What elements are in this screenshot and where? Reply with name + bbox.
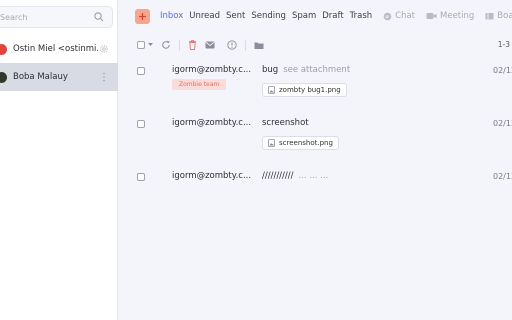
select-dropdown[interactable]	[148, 43, 153, 47]
message-date: 02/12	[493, 172, 512, 181]
tab-board-label: Board	[497, 11, 512, 21]
subject-text: ///////////	[262, 171, 294, 181]
chat-icon	[383, 12, 392, 20]
message-subject: bug see attachment	[262, 65, 350, 75]
tab-meeting-label: Meeting	[440, 11, 475, 21]
contact-item[interactable]: Ostin Miel <ostinmi...	[0, 35, 118, 63]
avatar	[0, 43, 7, 55]
tab-draft[interactable]: Draft	[322, 11, 343, 21]
row-checkbox[interactable]	[137, 173, 145, 181]
tab-inbox[interactable]: Inbox	[160, 11, 183, 21]
tab-board[interactable]: Board	[485, 11, 512, 21]
gear-icon[interactable]	[99, 44, 109, 54]
message-subject: screenshot	[262, 118, 309, 128]
tab-chat-label: Chat	[395, 11, 416, 21]
move-button[interactable]	[254, 41, 264, 50]
info-icon	[227, 40, 237, 50]
pagination: 1-3	[497, 40, 510, 49]
message-row[interactable]: igorm@zombty.c... /////////// ... ... ...…	[119, 166, 512, 219]
message-subject: /////////// ... ... ...	[262, 171, 328, 181]
report-button[interactable]	[227, 40, 237, 50]
message-from: igorm@zombty.c...	[172, 65, 252, 75]
tab-sending[interactable]: Sending	[251, 11, 286, 21]
action-toolbar	[137, 38, 272, 52]
attachment-chip[interactable]: zombty bug1.png	[262, 83, 347, 97]
tab-meeting[interactable]: Meeting	[426, 11, 474, 21]
row-checkbox[interactable]	[137, 120, 145, 128]
tab-spam[interactable]: Spam	[292, 11, 316, 21]
mark-read-button[interactable]	[205, 41, 215, 49]
toolbar-divider	[245, 39, 246, 51]
message-row[interactable]: igorm@zombty.c... screenshot 02/12 scree…	[119, 113, 512, 166]
sidebar: Search Ostin Miel <ostinmi... Boba Malau…	[0, 0, 118, 320]
select-all-checkbox[interactable]	[137, 41, 145, 49]
contact-name: Boba Malauy	[13, 72, 68, 82]
message-from: igorm@zombty.c...	[172, 118, 252, 128]
message-from: igorm@zombty.c...	[172, 171, 252, 181]
checkbox-icon	[137, 41, 145, 49]
trash-icon	[189, 40, 196, 50]
board-icon	[485, 12, 494, 19]
tab-sent[interactable]: Sent	[226, 11, 245, 21]
attachment-name: zombty bug1.png	[279, 86, 341, 94]
plus-icon	[139, 13, 146, 20]
delete-button[interactable]	[188, 40, 197, 50]
tab-trash[interactable]: Trash	[350, 11, 372, 21]
mail-tabs: Inbox Unread Sent Sending Spam Draft Tra…	[160, 11, 512, 21]
mail-icon	[205, 41, 215, 49]
message-preview: see attachment	[283, 65, 351, 75]
toolbar-divider	[179, 39, 180, 51]
refresh-icon	[162, 40, 170, 49]
attachment-chip[interactable]: screenshot.png	[262, 136, 339, 150]
contact-name: Ostin Miel <ostinmi...	[13, 44, 98, 54]
main-panel: Inbox Unread Sent Sending Spam Draft Tra…	[119, 0, 512, 320]
avatar	[0, 71, 7, 83]
message-date: 02/12	[493, 119, 512, 128]
search-box[interactable]: Search	[0, 6, 113, 28]
message-preview: ... ... ...	[298, 171, 329, 181]
video-icon	[426, 13, 437, 19]
tab-chat[interactable]: Chat	[383, 11, 415, 21]
tab-unread[interactable]: Unread	[189, 11, 220, 21]
caret-down-icon	[148, 43, 153, 46]
label-tag[interactable]: Zombie team	[172, 79, 227, 90]
more-vertical-icon[interactable]	[102, 72, 106, 82]
message-row[interactable]: igorm@zombty.c... bug see attachment 02/1…	[119, 60, 512, 113]
search-input[interactable]: Search	[0, 13, 93, 22]
attachment-name: screenshot.png	[279, 139, 333, 147]
search-icon[interactable]	[93, 11, 105, 23]
folder-icon	[254, 42, 264, 49]
contact-item-active[interactable]: Boba Malauy	[0, 63, 118, 91]
subject-text: bug	[262, 65, 279, 75]
mail-app: Search Ostin Miel <ostinmi... Boba Malau…	[0, 0, 512, 320]
compose-button[interactable]	[135, 9, 150, 24]
image-file-icon	[268, 139, 275, 147]
message-date: 02/12	[493, 66, 512, 75]
refresh-button[interactable]	[161, 40, 171, 50]
row-checkbox[interactable]	[137, 67, 145, 75]
image-file-icon	[268, 86, 275, 94]
